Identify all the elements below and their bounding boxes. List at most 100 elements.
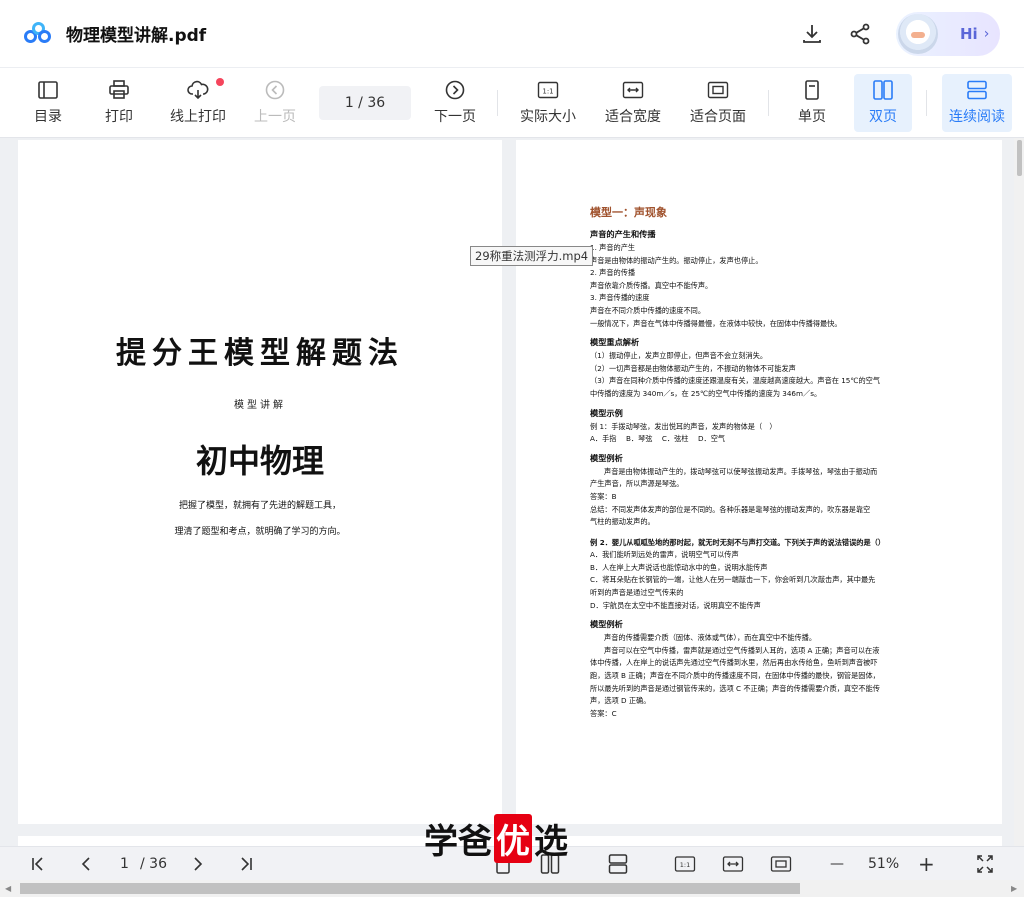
zoom-out-button[interactable]: — — [830, 853, 844, 875]
toolbar-divider — [497, 90, 498, 116]
example-2-answer: 答案：C — [590, 708, 617, 718]
fit-page-icon — [707, 81, 729, 99]
lines-a: 1. 声音的产生 声音是由物体的振动产生的。振动停止，发声也停止。 2. 声音的传播… — [590, 242, 930, 330]
print-button[interactable]: 打印 — [99, 74, 139, 132]
title-actions: Hi › — [800, 12, 1000, 56]
toolbar-divider — [926, 90, 927, 116]
double-page-label: 双页 — [869, 109, 897, 125]
toolbar-divider — [768, 90, 769, 116]
text-line: （3）声音在同种介质中传播的速度还跟温度有关，温度越高速度越大。声音在 15℃的… — [590, 376, 881, 386]
scroll-right-arrow-icon[interactable]: ▶ — [1011, 884, 1017, 893]
fit-width-button[interactable]: 适合宽度 — [601, 74, 665, 132]
section-heading: 声音的产生和传播 — [590, 229, 656, 239]
zoom-in-button[interactable]: + — [918, 852, 935, 876]
section-heading: 模型例析 — [590, 619, 623, 630]
document-title: 物理模型讲解.pdf — [66, 26, 207, 46]
section-heading: 模型示例 — [590, 407, 623, 418]
example-1-summary: 总结：不同发声体发声的部位是不同的。各种乐器是靠琴弦的振动发声的，吹东器是靠空气… — [590, 504, 930, 529]
section-heading: 模型例析 — [590, 452, 623, 463]
example-1-analysis: 声音是由物体振动产生的，拨动琴弦可以使琴弦振动发声。手拨琴弦，琴弦由于振动而 产生… — [590, 466, 930, 491]
text-line: 声音的传播需要介质（固体、液体或气体），而在真空中不能传播。 — [604, 633, 817, 643]
fit-width-label: 适合宽度 — [605, 109, 661, 125]
share-icon[interactable] — [848, 22, 872, 46]
cover-title: 提分王模型解题法 — [116, 336, 404, 371]
bottom-page-current[interactable]: 1 — [120, 853, 129, 875]
example-1-answer: 答案：B — [590, 491, 617, 501]
text-line: 一般情况下，声音在气体中传播得最慢，在液体中较快，在固体中传播得最快。 — [590, 318, 842, 328]
text-line: 1. 声音的产生 — [590, 243, 636, 252]
pdf-page-1: 提分王模型解题法 模型讲解 初中物理 把握了模型，就拥有了先进的解题工具， 理清… — [18, 140, 502, 824]
fullscreen-icon[interactable] — [976, 853, 994, 875]
chevron-left-circle-icon — [265, 80, 285, 100]
example-2-options: A．我们能听到远处的雷声，说明空气可以传声 B．人在岸上大声说话也能惊动水中的鱼，… — [590, 549, 930, 612]
text-line: 听到的声音是通过空气传来的 — [590, 588, 684, 598]
text-line: 3. 声音传播的速度 — [590, 293, 650, 303]
example-2-analysis: 声音的传播需要介质（固体、液体或气体），而在真空中不能传播。声音可以在空气中传播… — [590, 632, 930, 708]
scroll-left-arrow-icon[interactable]: ◀ — [5, 884, 11, 893]
cover-line-1: 把握了模型，就拥有了先进的解题工具， — [178, 501, 341, 511]
example-1-question: 例 1：手拨动琴弦，发出悦耳的声音，发声的物体是（ ） — [590, 421, 777, 431]
text-line: 总结：不同发声体发声的部位是不同的。各种乐器是靠琴弦的振动发声的，吹东器是靠空 — [590, 504, 871, 514]
text-line: （1）振动停止，发声立即停止，但声音不会立刻消失。 — [590, 351, 768, 361]
horizontal-scroll-thumb[interactable] — [20, 883, 800, 894]
text-line: 产生声音，所以声源是琴弦。 — [590, 479, 684, 489]
next-page-label: 下一页 — [434, 109, 476, 125]
vertical-scrollbar[interactable] — [1014, 138, 1024, 846]
text-line: 声音是由物体的振动产生的。振动停止，发声也停止。 — [590, 255, 763, 265]
watermark-text-left: 学爸 — [424, 821, 492, 862]
text-line: B．人在岸上大声说话也能惊动水中的鱼，说明水能传声 — [590, 562, 768, 572]
text-line: 所以最先听到的声音是通过钢管传来的，选项 C 不正确；声音的传播需要介质，真空不… — [590, 683, 880, 693]
horizontal-scrollbar[interactable]: ◀ ▶ — [0, 880, 1024, 897]
fit-page-small-icon[interactable] — [770, 853, 792, 875]
text-line: （2）一切声音都是由物体振动产生的，不振动的物体不可能发声 — [590, 363, 796, 373]
page-number-input[interactable]: 1 / 36 — [319, 86, 411, 120]
zoom-level: 51% — [868, 856, 900, 872]
catalog-button[interactable]: 目录 — [28, 74, 68, 132]
actual-size-small-icon[interactable]: 1:1 — [674, 853, 696, 875]
continuous-view-icon[interactable] — [608, 853, 628, 875]
next-page-button[interactable]: 下一页 — [430, 74, 480, 132]
single-page-label: 单页 — [798, 109, 826, 125]
online-print-button[interactable]: 线上打印 — [165, 74, 231, 132]
fit-width-small-icon[interactable] — [722, 853, 744, 875]
text-line: 气柱的振动发声的。 — [590, 517, 655, 527]
document-area[interactable]: 提分王模型解题法 模型讲解 初中物理 把握了模型，就拥有了先进的解题工具， 理清… — [0, 138, 1014, 846]
single-page-button[interactable]: 单页 — [788, 74, 836, 132]
printer-icon — [109, 80, 129, 99]
fit-page-label: 适合页面 — [690, 109, 746, 125]
svg-text:1:1: 1:1 — [680, 861, 690, 869]
text-line: 跑，选项 B 正确；声音在不同介质中的传播速度不同，在固体中传播的最快，钢管是固… — [590, 671, 880, 681]
file-tooltip: 29称重法测浮力.mp4 — [470, 246, 594, 266]
fit-page-button[interactable]: 适合页面 — [686, 74, 750, 132]
example-2-question: 例 2．婴儿从呱呱坠地的那时起，就无时无刻不与声打交道。下列关于声的说法错误的是… — [590, 537, 886, 547]
text-line: D．宇航员在太空中不能直接对话，说明真空不能传声 — [590, 600, 761, 610]
prev-page-button[interactable]: 上一页 — [250, 74, 300, 132]
vertical-scroll-thumb[interactable] — [1017, 140, 1022, 176]
next-page-icon[interactable] — [190, 853, 206, 875]
single-page-icon — [805, 80, 819, 100]
app-logo-icon — [24, 21, 52, 46]
watermark-logo: 学爸优选 — [424, 813, 600, 863]
continuous-read-button[interactable]: 连续阅读 — [942, 74, 1012, 132]
actual-size-button[interactable]: 1:1 实际大小 — [516, 74, 580, 132]
previous-page-icon[interactable] — [78, 853, 94, 875]
download-icon[interactable] — [800, 22, 824, 46]
print-label: 打印 — [105, 109, 133, 125]
double-page-button[interactable]: 双页 — [854, 74, 912, 132]
text-line: 声音可以在空气中传播，雷声就是通过空气传播到人耳的，选项 A 正确；声音可以在液 — [604, 645, 880, 655]
catalog-label: 目录 — [34, 109, 62, 125]
assistant-hi-button[interactable]: Hi › — [896, 12, 1000, 56]
text-line: 声音在不同介质中传播的速度不同。 — [590, 305, 706, 315]
first-page-icon[interactable] — [30, 853, 46, 875]
title-bar: 物理模型讲解.pdf Hi › — [0, 0, 1024, 68]
fit-width-icon — [622, 81, 644, 99]
actual-size-label: 实际大小 — [520, 109, 576, 125]
pdf-page-2: 模型一：声现象 声音的产生和传播 1. 声音的产生 声音是由物体的振动产生的。振动… — [516, 140, 1002, 824]
text-line: 中传播的速度为 340m／s，在 25℃的空气中传播的速度为 346m／s。 — [590, 388, 822, 398]
prev-page-label: 上一页 — [254, 109, 296, 125]
last-page-icon[interactable] — [238, 853, 254, 875]
watermark-text-right: 选 — [534, 821, 568, 862]
cloud-print-icon — [187, 80, 209, 100]
text-line: 声音依靠介质传播。真空中不能传声。 — [590, 280, 713, 290]
chevron-right-circle-icon — [445, 80, 465, 100]
